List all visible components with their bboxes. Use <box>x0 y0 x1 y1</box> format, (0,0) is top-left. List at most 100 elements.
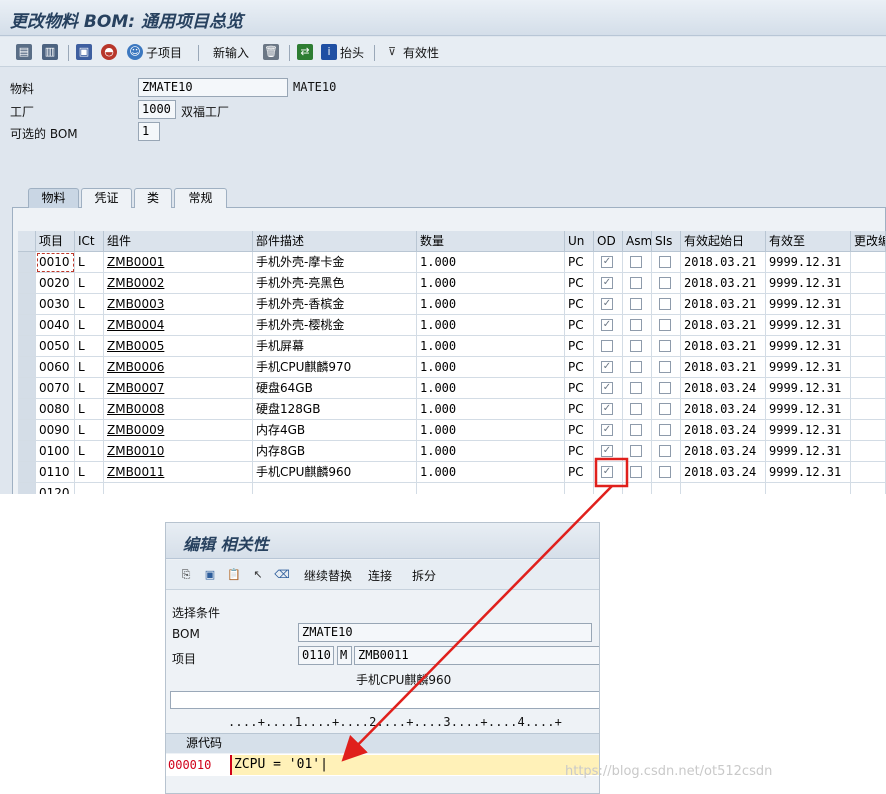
plant-field[interactable]: 1000 <box>138 100 176 119</box>
cell-qty[interactable]: 1.000 <box>417 336 565 357</box>
od-checkbox[interactable]: ✓ <box>601 424 613 436</box>
cell-ict[interactable]: L <box>75 252 104 273</box>
cell-desc[interactable]: 手机外壳-摩卡金 <box>253 252 417 273</box>
table-row[interactable]: 0020 L ZMB0002 手机外壳-亮黑色 1.000 PC ✓ 2018.03.21 99… <box>18 273 886 294</box>
cell-asm[interactable] <box>623 315 652 336</box>
cell-valid-from[interactable]: 2018.03.24 <box>681 462 766 483</box>
cell-valid-from[interactable]: 2018.03.21 <box>681 336 766 357</box>
table-row[interactable]: 0050 L ZMB0005 手机屏幕 1.000 PC 2018.03.21 9999.12… <box>18 336 886 357</box>
sis-checkbox[interactable] <box>659 277 671 289</box>
sis-checkbox[interactable] <box>659 403 671 415</box>
tab-general[interactable]: 常规 <box>174 188 227 208</box>
cell-item[interactable]: 0070 <box>36 378 75 399</box>
cell-un[interactable]: PC <box>565 357 594 378</box>
cell-chg[interactable] <box>851 378 886 399</box>
cell-qty[interactable] <box>417 483 565 494</box>
cell-od[interactable]: ✓ <box>594 399 623 420</box>
cell-item[interactable]: 0020 <box>36 273 75 294</box>
cell-ict[interactable] <box>75 483 104 494</box>
table-row[interactable]: 0040 L ZMB0004 手机外壳-樱桃金 1.000 PC ✓ 2018.03.21 99… <box>18 315 886 336</box>
delete-button[interactable]: 🗑 <box>263 43 279 61</box>
od-checkbox[interactable]: ✓ <box>601 256 613 268</box>
cell-desc[interactable] <box>253 483 417 494</box>
cell-desc[interactable]: 手机外壳-香槟金 <box>253 294 417 315</box>
cell-sis[interactable] <box>652 420 681 441</box>
cell-item[interactable]: 0090 <box>36 420 75 441</box>
sis-checkbox[interactable] <box>659 445 671 457</box>
cell-chg[interactable] <box>851 357 886 378</box>
cell-sis[interactable] <box>652 294 681 315</box>
cell-valid-from[interactable]: 2018.03.24 <box>681 420 766 441</box>
cell-desc[interactable]: 手机CPU麒麟970 <box>253 357 417 378</box>
cell-sis[interactable] <box>652 315 681 336</box>
cell-od[interactable]: ✓ <box>594 252 623 273</box>
cell-chg[interactable] <box>851 273 886 294</box>
asm-checkbox[interactable] <box>630 277 642 289</box>
cell-desc[interactable]: 内存8GB <box>253 441 417 462</box>
cell-un[interactable]: PC <box>565 315 594 336</box>
row-selector[interactable] <box>18 462 36 483</box>
cell-od[interactable]: ✓ <box>594 315 623 336</box>
sis-checkbox[interactable] <box>659 361 671 373</box>
cell-od[interactable]: ✓ <box>594 441 623 462</box>
cell-ict[interactable]: L <box>75 336 104 357</box>
cell-valid-from[interactable]: 2018.03.24 <box>681 399 766 420</box>
cell-asm[interactable] <box>623 399 652 420</box>
column-header[interactable]: 组件 <box>104 231 253 252</box>
cell-un[interactable]: PC <box>565 252 594 273</box>
cell-component[interactable]: ZMB0009 <box>104 420 253 441</box>
cell-asm[interactable] <box>623 336 652 357</box>
cell-component[interactable]: ZMB0008 <box>104 399 253 420</box>
column-header[interactable]: 有效起始日 <box>681 231 766 252</box>
replace-button[interactable]: ⇄ <box>297 43 313 61</box>
asm-checkbox[interactable] <box>630 340 642 352</box>
cell-chg[interactable] <box>851 252 886 273</box>
column-header[interactable]: 数量 <box>417 231 565 252</box>
cell-valid-to[interactable] <box>766 483 851 494</box>
cell-chg[interactable] <box>851 420 886 441</box>
cell-valid-from[interactable]: 2018.03.24 <box>681 378 766 399</box>
cell-qty[interactable]: 1.000 <box>417 420 565 441</box>
asm-checkbox[interactable] <box>630 445 642 457</box>
cell-valid-to[interactable]: 9999.12.31 <box>766 420 851 441</box>
od-checkbox[interactable]: ✓ <box>601 277 613 289</box>
cell-desc[interactable]: 内存4GB <box>253 420 417 441</box>
paste-button[interactable]: 📋 <box>226 566 242 584</box>
cell-un[interactable]: PC <box>565 441 594 462</box>
cell-valid-to[interactable]: 9999.12.31 <box>766 315 851 336</box>
cell-valid-to[interactable]: 9999.12.31 <box>766 294 851 315</box>
cell-chg[interactable] <box>851 315 886 336</box>
cell-valid-from[interactable]: 2018.03.21 <box>681 252 766 273</box>
cell-qty[interactable]: 1.000 <box>417 252 565 273</box>
cell-valid-from[interactable]: 2018.03.21 <box>681 273 766 294</box>
item-detail-button[interactable]: ▣ <box>76 43 92 61</box>
row-selector[interactable] <box>18 378 36 399</box>
asm-checkbox[interactable] <box>630 424 642 436</box>
table-row[interactable]: 0110 L ZMB0011 手机CPU麒麟960 1.000 PC ✓ 2018.03.24… <box>18 462 886 483</box>
cell-asm[interactable] <box>623 273 652 294</box>
source-code-editor[interactable]: ZCPU = '01'| <box>230 755 599 775</box>
column-header[interactable]: Asm <box>623 231 652 252</box>
table-row[interactable]: 0090 L ZMB0009 内存4GB 1.000 PC ✓ 2018.03.24 9999.… <box>18 420 886 441</box>
asm-checkbox[interactable] <box>630 361 642 373</box>
material-field[interactable]: ZMATE10 <box>138 78 288 97</box>
column-header[interactable]: Un <box>565 231 594 252</box>
dialog-item-field[interactable]: 0110 <box>298 646 334 665</box>
cell-valid-to[interactable]: 9999.12.31 <box>766 357 851 378</box>
undo-button[interactable]: ⌫ <box>274 566 290 584</box>
split-button[interactable]: 拆分 <box>412 566 436 584</box>
table-row[interactable]: 0070 L ZMB0007 硬盘64GB 1.000 PC ✓ 2018.03.24 9999… <box>18 378 886 399</box>
cell-item[interactable]: 0010 <box>36 252 75 273</box>
cell-od[interactable]: ✓ <box>594 294 623 315</box>
cell-valid-to[interactable]: 9999.12.31 <box>766 462 851 483</box>
cell-ict[interactable]: L <box>75 315 104 336</box>
cell-valid-to[interactable]: 9999.12.31 <box>766 399 851 420</box>
cell-desc[interactable]: 硬盘128GB <box>253 399 417 420</box>
cell-valid-from[interactable] <box>681 483 766 494</box>
cell-ict[interactable]: L <box>75 462 104 483</box>
asm-checkbox[interactable] <box>630 466 642 478</box>
column-header[interactable]: OD <box>594 231 623 252</box>
cell-component[interactable]: ZMB0003 <box>104 294 253 315</box>
cell-od[interactable] <box>594 336 623 357</box>
cell-valid-from[interactable]: 2018.03.21 <box>681 357 766 378</box>
